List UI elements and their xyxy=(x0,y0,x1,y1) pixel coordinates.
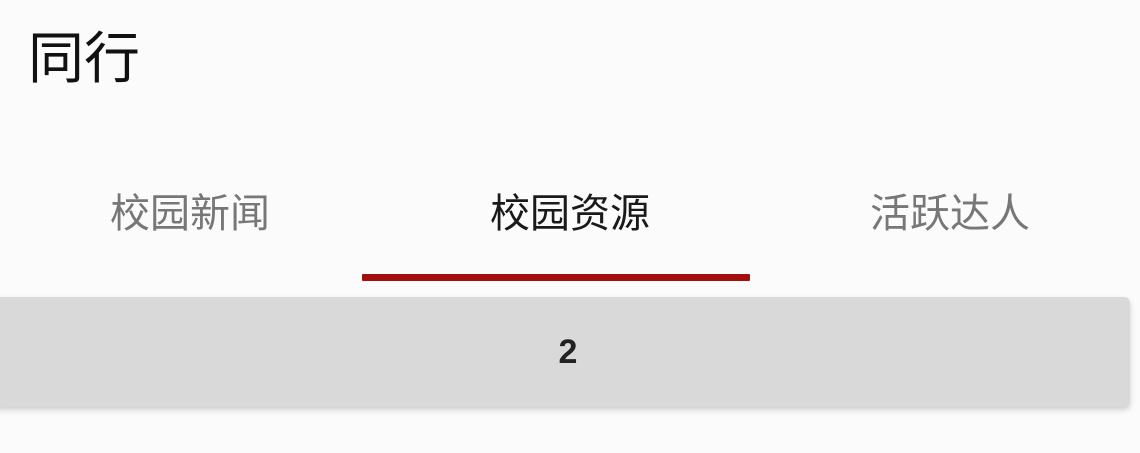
tab-campus-news[interactable]: 校园新闻 xyxy=(0,170,380,282)
tab-label: 活跃达人 xyxy=(870,191,1030,237)
card-value: 2 xyxy=(558,332,578,371)
tab-label: 校园资源 xyxy=(490,191,650,237)
tab-bar: 校园新闻 校园资源 活跃达人 xyxy=(0,170,1140,282)
page-title: 同行 xyxy=(28,27,140,92)
tab-active-users[interactable]: 活跃达人 xyxy=(760,170,1140,282)
tab-label: 校园新闻 xyxy=(110,191,270,237)
tab-campus-resources[interactable]: 校园资源 xyxy=(380,170,760,282)
content-card[interactable]: 2 xyxy=(0,297,1130,407)
active-tab-indicator xyxy=(362,274,750,281)
